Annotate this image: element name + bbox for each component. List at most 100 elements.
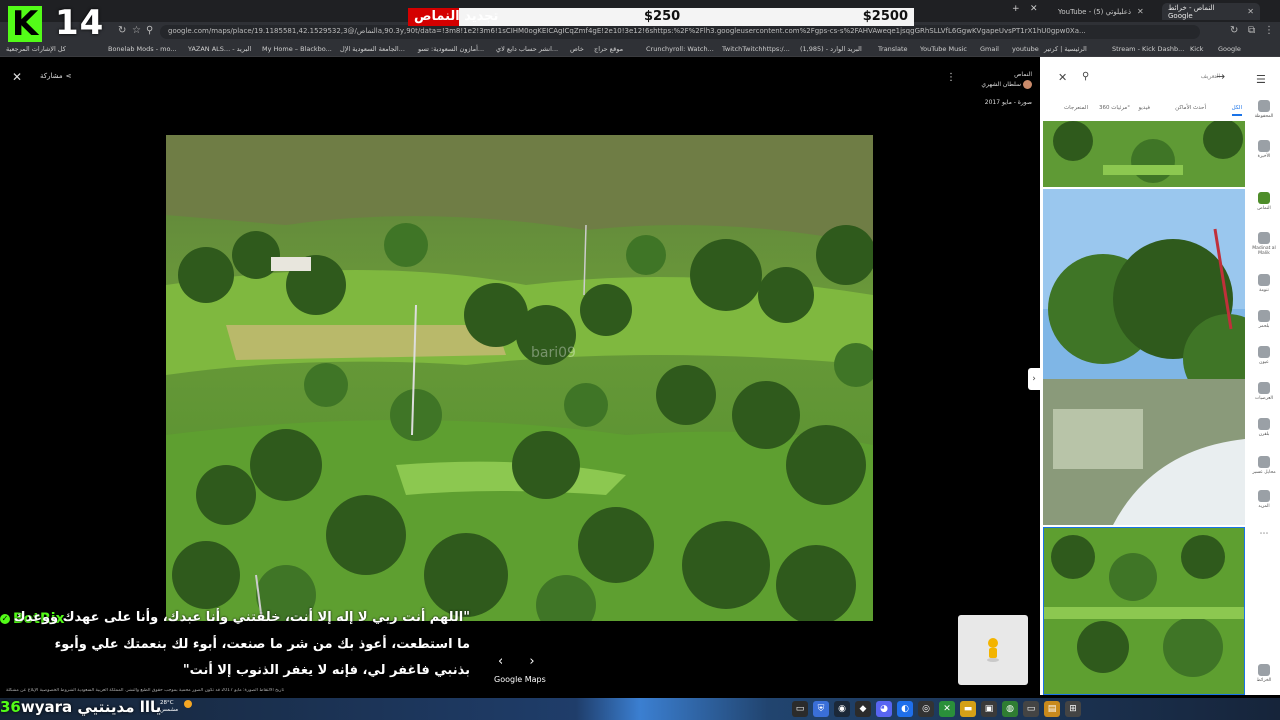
shield-icon[interactable]: ⛨ <box>813 701 829 717</box>
star-icon[interactable]: ☆ <box>132 25 141 36</box>
bookmark-item[interactable]: My Home – Blackbo... <box>262 45 332 53</box>
obs-icon[interactable]: ◎ <box>918 701 934 717</box>
folder-icon[interactable]: ▬ <box>960 701 976 717</box>
rail-label: تنومة <box>1259 288 1269 293</box>
goal-mid-amount: $250 <box>644 9 681 24</box>
rail-item-saved[interactable]: المحفوظة <box>1252 100 1276 119</box>
close-icon[interactable]: ✕ <box>12 70 22 84</box>
chevron-left-icon[interactable]: ‹ <box>498 654 503 669</box>
steam-icon[interactable]: ◉ <box>834 701 850 717</box>
bookmark-item[interactable]: خاص <box>570 45 584 53</box>
bookmark-item[interactable]: موقع حراج <box>594 45 623 53</box>
bookmark-item[interactable]: الجامعة السعودية الإل... <box>340 45 405 53</box>
discord-icon[interactable]: ◕ <box>876 701 892 717</box>
rail-item-place[interactable]: العرضيات <box>1252 382 1276 401</box>
bookmark-item[interactable]: Google <box>1218 45 1241 53</box>
sun-icon <box>184 700 192 708</box>
share-button[interactable]: مشاركة ⋖ <box>40 72 71 80</box>
bookmark-item[interactable]: Bonelab Mods - mo... <box>108 45 177 53</box>
rail-item-place[interactable]: بلحمر <box>1252 310 1276 329</box>
minimap[interactable] <box>958 615 1028 685</box>
url-field[interactable]: google.com/maps/place/النماص/@19.1185581… <box>160 25 1200 39</box>
rail-item-place[interactable]: المزيد <box>1252 490 1276 509</box>
tab-streetview[interactable]: المنعرجات <box>1064 105 1088 111</box>
reload-icon[interactable]: ↻ <box>118 25 126 36</box>
photo-nav: ‹ › <box>498 654 535 669</box>
rail-item-recent[interactable]: الأخيرة <box>1252 140 1276 159</box>
terminal-icon[interactable]: ▭ <box>792 701 808 717</box>
rail-label: المحفوظة <box>1254 114 1274 119</box>
menu-icon[interactable]: ⋮ <box>1264 25 1274 36</box>
tab-google-maps[interactable]: النماص - خرائط Google ✕ <box>1162 3 1260 20</box>
tab-latest[interactable]: أحدث الأماكن <box>1175 105 1206 111</box>
close-icon[interactable]: ✕ <box>1247 7 1254 16</box>
place-thumbnail-icon <box>1258 418 1270 430</box>
close-icon[interactable]: ✕ <box>1058 71 1067 84</box>
rail-item-place[interactable]: عيون <box>1252 346 1276 365</box>
search-icon[interactable]: ⚲ <box>1082 71 1089 82</box>
explorer-icon[interactable]: ▤ <box>1044 701 1060 717</box>
google-maps-logo: Google Maps <box>494 675 546 684</box>
photo-thumbnail[interactable] <box>1043 189 1245 525</box>
arrow-right-icon[interactable]: → <box>1216 70 1225 83</box>
refresh-icon[interactable]: ↻ <box>1230 25 1238 36</box>
bookmark-item[interactable]: Translate <box>878 45 908 53</box>
photo-thumbnail-selected[interactable] <box>1043 527 1245 695</box>
bookmark-item[interactable]: Crunchyroll: Watch... <box>646 45 714 53</box>
rail-item-more[interactable]: ⋯ <box>1252 528 1276 542</box>
collapse-panel-button[interactable]: › <box>1028 368 1040 390</box>
photo-tabs: الكل أحدث الأماكن فيديو مرئيات 360° المن… <box>1040 101 1248 121</box>
photo-date: صورة - مايو 2017 <box>984 99 1032 106</box>
bookmark-item[interactable]: (1,985) - البريد الوارد <box>800 45 862 53</box>
rail-item-place[interactable]: النماص <box>1252 192 1276 211</box>
place-photo[interactable]: bari09 <box>166 135 873 621</box>
place-thumbnail-icon <box>1258 382 1270 394</box>
chrome-icon[interactable]: ◍ <box>1002 701 1018 717</box>
rail-item-place[interactable]: Madinat al Malik <box>1252 232 1276 256</box>
rail-label: Madinat al Malik <box>1252 246 1276 256</box>
photos-panel: ✕ ⚲ التعريف → الكل أحدث الأماكن فيديو مر… <box>1040 57 1248 695</box>
bookmark-item[interactable]: Kick <box>1190 45 1203 53</box>
bookmark-item[interactable]: YouTube Music <box>920 45 967 53</box>
rail-label: الأخيرة <box>1257 154 1271 159</box>
bookmark-item[interactable]: انشر حساب دايع لاي... <box>496 45 558 53</box>
search-input[interactable]: التعريف <box>1110 73 1220 80</box>
store-icon[interactable]: ▣ <box>981 701 997 717</box>
windows-icon[interactable]: ⊞ <box>1065 701 1081 717</box>
rail-item-place[interactable]: محايل عسير <box>1252 456 1276 475</box>
bookmark-item[interactable]: Stream - Kick Dashb... <box>1112 45 1184 53</box>
app-icon[interactable]: ◆ <box>855 701 871 717</box>
xbox-icon[interactable]: ✕ <box>939 701 955 717</box>
tab-video[interactable]: فيديو <box>1138 105 1150 111</box>
place-thumbnail-icon <box>1258 232 1270 244</box>
bookmark-item[interactable]: Gmail <box>980 45 999 53</box>
weather-widget[interactable]: 28°C مشمس <box>160 700 178 714</box>
close-window-icon[interactable]: ✕ <box>1030 4 1038 14</box>
bookmark-item[interactable]: أمازون السعودية: تسو... <box>418 45 484 53</box>
close-icon[interactable]: ✕ <box>1137 7 1144 16</box>
rail-item-place[interactable]: بلقرن <box>1252 418 1276 437</box>
rail-label: المزيد <box>1258 504 1270 509</box>
rail-item-maps[interactable]: الخرائط <box>1252 664 1276 683</box>
bookmark-item[interactable]: الرئيسية | كرتير <box>1044 45 1087 53</box>
rail-item-place[interactable]: تنومة <box>1252 274 1276 293</box>
new-tab-icon[interactable]: + <box>1012 4 1020 14</box>
avatar <box>1023 80 1032 89</box>
rail-label: بلحمر <box>1258 324 1270 329</box>
photo-thumbnail[interactable] <box>1043 121 1245 187</box>
bookmark-item[interactable]: YAZAN ALS... - البريد <box>188 45 251 53</box>
bookmark-item[interactable]: TwitchTwitchhttps:/... <box>722 45 790 53</box>
rail-label: عيون <box>1259 360 1269 365</box>
hamburger-menu-icon[interactable]: ☰ <box>1256 73 1266 86</box>
edge-icon[interactable]: ◐ <box>897 701 913 717</box>
rail-label: النماص <box>1257 206 1271 211</box>
tab-youtube[interactable]: YouTube - (5) ذعليلوتي ✕ <box>1052 3 1160 20</box>
bookmark-item[interactable]: youtube <box>1012 45 1039 53</box>
tab-360[interactable]: مرئيات 360° <box>1099 105 1130 111</box>
more-options-icon[interactable]: ⋮ <box>946 72 956 83</box>
monitor-icon[interactable]: ▭ <box>1023 701 1039 717</box>
extensions-icon[interactable]: ⧉ <box>1248 25 1255 36</box>
chevron-right-icon[interactable]: › <box>529 654 534 669</box>
bookmark-item[interactable]: كل الإشارات المرجعية <box>6 45 66 53</box>
tab-all[interactable]: الكل <box>1231 105 1242 116</box>
